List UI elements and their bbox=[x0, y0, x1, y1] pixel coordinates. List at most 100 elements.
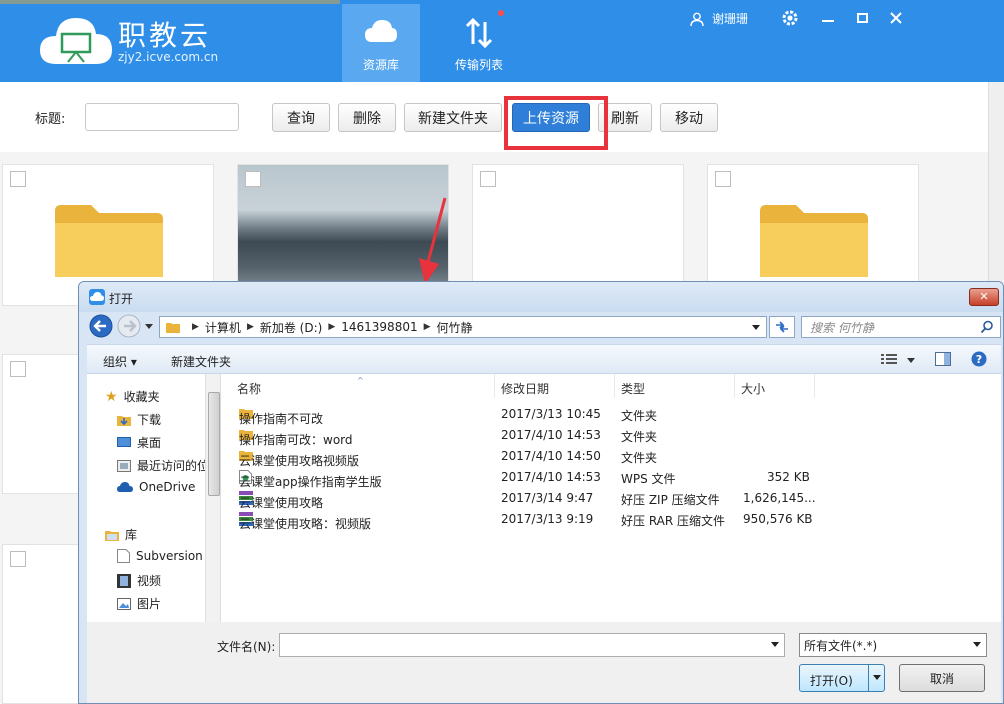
sort-caret-icon: ^ bbox=[357, 376, 364, 385]
back-arrow-icon[interactable] bbox=[89, 314, 113, 338]
folder-icon bbox=[55, 205, 163, 277]
filename-dropdown-icon[interactable] bbox=[771, 642, 779, 647]
file-date: 2017/4/10 14:53 bbox=[501, 470, 601, 484]
file-row[interactable]: 云课堂app操作指南学生版 2017/4/10 14:53 WPS 文件 352… bbox=[221, 467, 821, 489]
breadcrumb-computer[interactable]: 计算机 bbox=[205, 319, 241, 336]
folder-icon bbox=[166, 323, 180, 333]
file-row[interactable]: 操作指南不可改 2017/3/13 10:45 文件夹 bbox=[221, 404, 821, 426]
new-folder-command[interactable]: 新建文件夹 bbox=[171, 353, 231, 370]
search-icon bbox=[980, 320, 993, 334]
nav-label: 图片 bbox=[137, 597, 162, 611]
picture-icon bbox=[117, 597, 131, 610]
nav-desktop[interactable]: 桌面 bbox=[117, 434, 161, 451]
filetype-select[interactable]: 所有文件(*.*) bbox=[799, 633, 987, 657]
delete-button[interactable]: 删除 bbox=[338, 103, 396, 132]
resource-card-folder[interactable] bbox=[707, 164, 919, 294]
maximize-icon[interactable] bbox=[852, 8, 872, 28]
file-row[interactable]: 操作指南可改：word 2017/4/10 14:53 文件夹 bbox=[221, 425, 821, 447]
breadcrumb-drive[interactable]: 新加卷 (D:) bbox=[260, 319, 322, 336]
address-dropdown-icon[interactable] bbox=[752, 325, 760, 330]
minimize-icon[interactable] bbox=[818, 8, 838, 28]
open-button-label: 打开(O) bbox=[810, 674, 853, 688]
nav-label: 收藏夹 bbox=[123, 390, 160, 404]
search-placeholder: 搜索 何竹静 bbox=[810, 320, 874, 335]
chevron-down-icon bbox=[873, 675, 881, 680]
filename-input[interactable] bbox=[279, 633, 785, 657]
user-name: 谢珊珊 bbox=[712, 12, 749, 26]
breadcrumb-separator-icon: ▶ bbox=[328, 322, 336, 332]
view-options-icon[interactable] bbox=[881, 353, 897, 365]
select-checkbox[interactable] bbox=[715, 171, 731, 187]
select-checkbox[interactable] bbox=[480, 171, 496, 187]
file-type: 文件夹 bbox=[621, 409, 658, 423]
navigation-pane: ★ 收藏夹 下载 桌面 最近访问的位置 OneDrive 库 Subversio… bbox=[87, 374, 221, 622]
select-checkbox[interactable] bbox=[10, 551, 26, 567]
tab-label: 资源库 bbox=[362, 58, 399, 72]
toolbar: 标题: 查询 删除 新建文件夹 上传资源 刷新 移动 bbox=[0, 82, 988, 152]
transfer-arrows-icon bbox=[465, 17, 493, 49]
file-row[interactable]: 云课堂使用攻略 2017/3/14 9:47 好压 ZIP 压缩文件 1,626… bbox=[221, 488, 821, 510]
nav-scrollbar[interactable] bbox=[205, 374, 220, 622]
title-label: 标题: bbox=[35, 112, 66, 127]
view-dropdown-icon[interactable] bbox=[907, 358, 915, 363]
settings-gear-icon[interactable] bbox=[780, 8, 800, 28]
file-date: 2017/3/13 9:19 bbox=[501, 512, 594, 526]
nav-onedrive[interactable]: OneDrive bbox=[117, 480, 195, 494]
tab-transfer-list[interactable]: 传输列表 bbox=[440, 4, 518, 82]
close-icon[interactable] bbox=[886, 8, 906, 28]
nav-downloads[interactable]: 下载 bbox=[117, 411, 161, 428]
new-folder-button[interactable]: 新建文件夹 bbox=[404, 103, 502, 132]
refresh-icon[interactable] bbox=[769, 316, 795, 338]
open-button[interactable]: 打开(O) bbox=[799, 664, 885, 692]
column-type[interactable]: 类型 bbox=[615, 374, 735, 398]
breadcrumb-current[interactable]: 何竹静 bbox=[437, 319, 473, 336]
notification-dot bbox=[498, 10, 504, 16]
filetype-value: 所有文件(*.*) bbox=[804, 638, 878, 653]
file-row[interactable]: 云课堂使用攻略：视频版 2017/3/13 9:19 好压 RAR 压缩文件 9… bbox=[221, 509, 821, 531]
select-checkbox[interactable] bbox=[245, 171, 261, 187]
cancel-button[interactable]: 取消 bbox=[899, 664, 985, 692]
video-film-icon bbox=[117, 573, 131, 588]
dialog-close-button[interactable]: ✕ bbox=[969, 288, 999, 306]
select-checkbox[interactable] bbox=[10, 171, 26, 187]
file-date: 2017/4/10 14:53 bbox=[501, 428, 601, 442]
preview-pane-icon[interactable] bbox=[935, 352, 951, 366]
nav-label: 库 bbox=[125, 528, 138, 542]
dialog-panes: ★ 收藏夹 下载 桌面 最近访问的位置 OneDrive 库 Subversio… bbox=[87, 374, 1001, 622]
user-icon bbox=[690, 12, 704, 26]
file-row[interactable]: 云课堂使用攻略视频版 2017/4/10 14:50 文件夹 bbox=[221, 446, 821, 468]
breadcrumb-folder[interactable]: 1461398801 bbox=[341, 320, 417, 334]
title-search-input[interactable] bbox=[85, 103, 239, 131]
nav-favorites[interactable]: ★ 收藏夹 bbox=[105, 388, 160, 405]
nav-videos[interactable]: 视频 bbox=[117, 572, 161, 589]
folder-icon bbox=[760, 205, 868, 277]
move-button[interactable]: 移动 bbox=[660, 103, 718, 132]
file-list: 名称 ^ 修改日期 类型 大小 操作指南不可改 2017/3/13 10:45 … bbox=[221, 374, 1001, 622]
select-checkbox[interactable] bbox=[10, 361, 26, 377]
file-type: 好压 RAR 压缩文件 bbox=[621, 514, 726, 528]
cloud-logo-icon bbox=[40, 18, 112, 64]
file-date: 2017/3/14 9:47 bbox=[501, 491, 594, 505]
user-menu[interactable]: 谢珊珊 bbox=[690, 10, 748, 27]
organize-menu[interactable]: 组织 ▾ bbox=[103, 353, 137, 370]
column-size[interactable]: 大小 bbox=[735, 374, 815, 398]
query-button[interactable]: 查询 bbox=[272, 103, 330, 132]
help-icon[interactable]: ? bbox=[971, 351, 987, 367]
address-bar[interactable]: ▶ 计算机 ▶ 新加卷 (D:) ▶ 1461398801 ▶ 何竹静 bbox=[159, 316, 767, 338]
filename-label: 文件名(N): bbox=[217, 640, 276, 654]
tab-resource-library[interactable]: 资源库 bbox=[342, 4, 420, 82]
nav-label: OneDrive bbox=[139, 480, 196, 494]
document-icon bbox=[117, 549, 130, 563]
column-date[interactable]: 修改日期 bbox=[495, 374, 615, 398]
history-dropdown-icon[interactable] bbox=[145, 324, 153, 329]
search-input[interactable]: 搜索 何竹静 bbox=[801, 316, 1001, 338]
tab-label: 传输列表 bbox=[454, 58, 503, 72]
breadcrumb-separator-icon: ▶ bbox=[246, 322, 254, 332]
nav-scroll-thumb[interactable] bbox=[208, 392, 220, 496]
nav-pictures[interactable]: 图片 bbox=[117, 595, 161, 612]
forward-arrow-icon[interactable] bbox=[117, 314, 141, 338]
nav-subversion[interactable]: Subversion bbox=[117, 549, 203, 563]
open-options-dropdown[interactable] bbox=[868, 665, 885, 691]
resource-card[interactable] bbox=[472, 164, 684, 294]
nav-libraries[interactable]: 库 bbox=[105, 526, 137, 543]
